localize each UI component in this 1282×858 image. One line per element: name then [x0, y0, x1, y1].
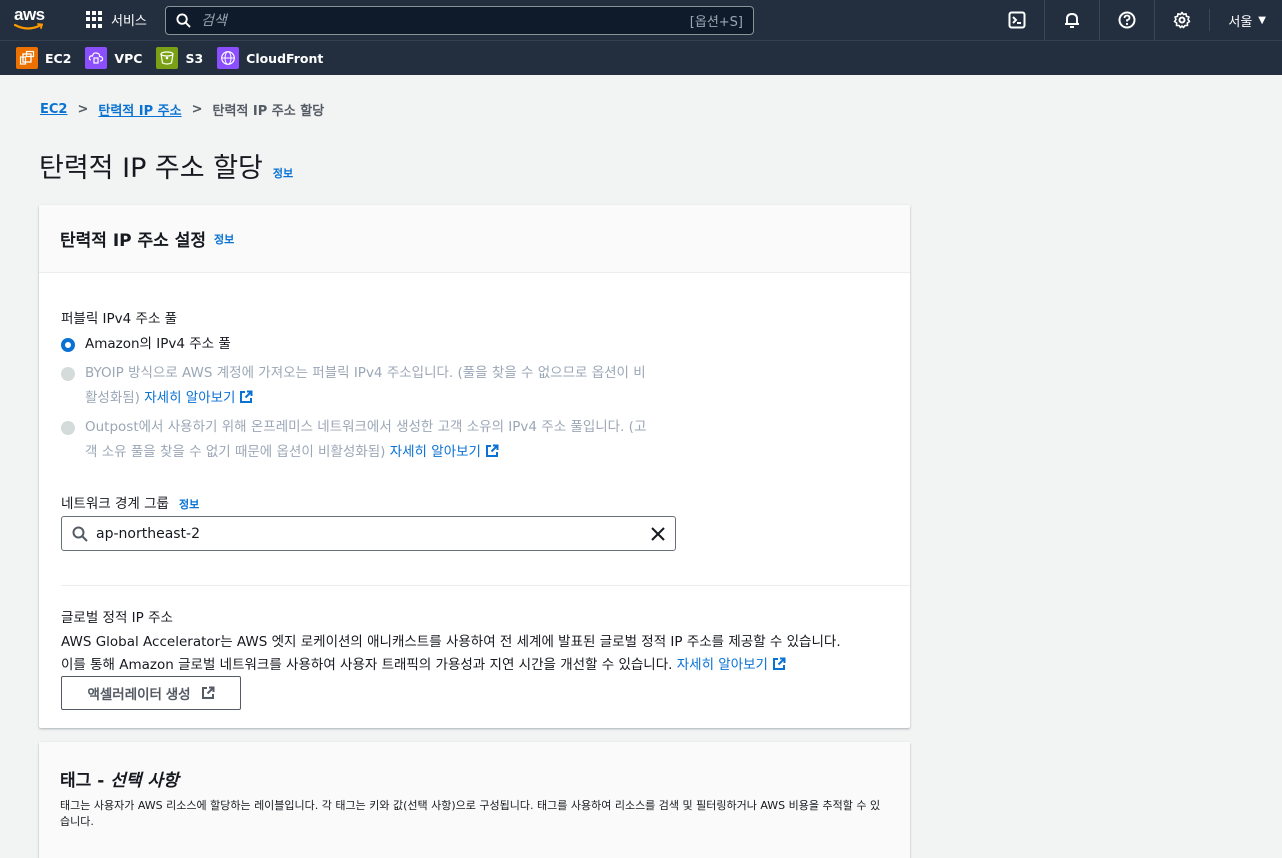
favorite-label: S3: [185, 50, 204, 66]
chevron-right-icon: >: [191, 102, 203, 117]
services-button[interactable]: 서비스: [86, 10, 147, 29]
create-accelerator-label: 액셀러레이터 생성: [87, 687, 191, 702]
tags-header: 태그 - 선택 사항 태그는 사용자가 AWS 리소스에 할당하는 레이블입니다…: [39, 742, 910, 858]
clear-icon[interactable]: [651, 526, 665, 541]
search-input[interactable]: [201, 12, 690, 29]
nbg-label: 네트워크 경계 그룹: [61, 496, 169, 512]
vpc-icon: [85, 47, 108, 69]
global-ip-desc-line2: 이를 통해 Amazon 글로벌 네트워크를 사용하여 사용자 트래픽의 가용성…: [61, 657, 673, 673]
search-icon: [72, 526, 88, 542]
page-title-text: 탄력적 IP 주소 할당: [39, 153, 263, 184]
global-ip-desc-line2-row: 이를 통해 Amazon 글로벌 네트워크를 사용하여 사용자 트래픽의 가용성…: [61, 654, 901, 678]
pool-option-outpost: Outpost에서 사용하기 위해 온프레미스 네트워크에서 생성한 고객 소유…: [61, 415, 701, 465]
global-learn-more-link[interactable]: 자세히 알아보기: [677, 657, 786, 673]
aws-smile-icon: [14, 23, 44, 30]
s3-icon: [156, 47, 179, 69]
page-info-link[interactable]: 정보: [273, 165, 293, 181]
favorite-s3[interactable]: S3: [156, 47, 203, 69]
learn-more-label: 자세히 알아보기: [144, 390, 236, 406]
pool-option-text: Outpost에서 사용하기 위해 온프레미스 네트워크에서 생성한 고객 소유…: [85, 415, 646, 465]
pool-option-byoip: BYOIP 방식으로 AWS 계정에 가져오는 퍼블릭 IPv4 주소입니다. …: [61, 361, 701, 411]
pool-option-line2: 활성화됨): [85, 390, 140, 406]
favorite-cloudfront[interactable]: CloudFront: [217, 47, 323, 69]
panel-header: 탄력적 IP 주소 설정 정보: [39, 205, 910, 273]
nbg-input[interactable]: [96, 525, 651, 542]
region-label: 서울: [1228, 14, 1253, 30]
region-selector[interactable]: 서울 ▼: [1209, 9, 1266, 31]
tags-title-optional: 선택 사항: [110, 771, 179, 791]
services-label: 서비스: [111, 14, 147, 29]
caret-down-icon: ▼: [1258, 14, 1266, 26]
section-divider: [61, 585, 910, 586]
help-icon: [1118, 11, 1136, 29]
help-button[interactable]: [1099, 0, 1154, 40]
tags-title: 태그 - 선택 사항: [60, 766, 889, 791]
favorite-label: CloudFront: [246, 50, 324, 66]
nbg-info-link[interactable]: 정보: [179, 496, 199, 512]
bell-icon: [1065, 12, 1080, 28]
create-accelerator-button[interactable]: 액셀러레이터 생성: [61, 676, 241, 710]
global-ip-section: 글로벌 정적 IP 주소 AWS Global Accelerator는 AWS…: [61, 607, 901, 678]
cloudshell-icon: [1008, 11, 1026, 29]
breadcrumb-elastic-ips[interactable]: 탄력적 IP 주소: [98, 100, 181, 119]
notifications-button[interactable]: [1044, 0, 1099, 40]
favorite-label: EC2: [45, 50, 72, 66]
pool-option-label: Amazon의 IPv4 주소 풀: [85, 336, 231, 352]
search-icon: [176, 13, 191, 28]
search-shortcut: [옵션+S]: [689, 15, 743, 30]
global-ip-label: 글로벌 정적 IP 주소: [61, 610, 173, 626]
settings-info-link[interactable]: 정보: [214, 231, 234, 247]
global-ip-desc-line1: AWS Global Accelerator는 AWS 엣지 로케이션의 애니캐…: [61, 633, 841, 650]
pool-option-line1: BYOIP 방식으로 AWS 계정에 가져오는 퍼블릭 IPv4 주소입니다. …: [85, 365, 646, 381]
external-link-icon: [772, 657, 786, 670]
pool-label: 퍼블릭 IPv4 주소 풀: [61, 311, 178, 327]
tags-title-main: 태그 -: [60, 771, 111, 791]
top-navigation: aws 서비스 [옵션+S] 서울 ▼: [0, 0, 1282, 40]
global-search[interactable]: [옵션+S]: [165, 6, 754, 35]
pool-option-line2: 객 소유 풀을 찾을 수 없기 때문에 옵션이 비활성화됨): [85, 444, 386, 460]
cloudshell-button[interactable]: [989, 0, 1044, 40]
radio-selected[interactable]: [61, 338, 75, 352]
favorite-label: VPC: [114, 50, 143, 66]
settings-button[interactable]: [1154, 0, 1209, 40]
ec2-icon: [16, 47, 38, 69]
pool-option-amazon[interactable]: Amazon의 IPv4 주소 풀: [61, 332, 701, 357]
favorites-bar: EC2 VPC S3 CloudFront: [0, 40, 1282, 75]
network-border-group-select[interactable]: [61, 516, 676, 551]
learn-more-label: 자세히 알아보기: [676, 657, 768, 673]
learn-more-label: 자세히 알아보기: [389, 444, 481, 460]
favorite-vpc[interactable]: VPC: [85, 47, 142, 69]
services-grid-icon: [86, 11, 103, 28]
pool-option-line1: Outpost에서 사용하기 위해 온프레미스 네트워크에서 생성한 고객 소유…: [85, 419, 647, 435]
tags-description: 태그는 사용자가 AWS 리소스에 할당하는 레이블입니다. 각 태그는 키와 …: [60, 799, 881, 828]
external-link-icon: [240, 390, 253, 403]
chevron-right-icon: >: [77, 102, 89, 117]
elastic-ip-settings-panel: 탄력적 IP 주소 설정 정보 퍼블릭 IPv4 주소 풀 Amazon의 IP…: [39, 205, 910, 728]
external-link-icon: [485, 444, 499, 457]
nav-actions: 서울 ▼: [989, 0, 1266, 40]
aws-logo[interactable]: aws: [14, 6, 54, 34]
breadcrumb-ec2[interactable]: EC2: [40, 102, 67, 117]
gear-icon: [1174, 11, 1191, 29]
cloudfront-icon: [217, 47, 240, 69]
radio-disabled: [61, 367, 75, 381]
radio-disabled: [61, 421, 75, 435]
favorite-ec2[interactable]: EC2: [16, 47, 71, 69]
pool-option-text: BYOIP 방식으로 AWS 계정에 가져오는 퍼블릭 IPv4 주소입니다. …: [85, 361, 646, 411]
outpost-learn-more-link[interactable]: 자세히 알아보기: [390, 444, 499, 460]
breadcrumb-current: 탄력적 IP 주소 할당: [212, 104, 325, 119]
byoip-learn-more-link[interactable]: 자세히 알아보기: [144, 390, 253, 406]
external-link-icon: [201, 686, 215, 699]
page-title: 탄력적 IP 주소 할당 정보: [39, 146, 293, 185]
breadcrumb: EC2 > 탄력적 IP 주소 > 탄력적 IP 주소 할당: [40, 100, 324, 119]
nbg-label-row: 네트워크 경계 그룹 정보: [61, 492, 199, 512]
aws-logo-text: aws: [14, 5, 45, 24]
tags-panel: 태그 - 선택 사항 태그는 사용자가 AWS 리소스에 할당하는 레이블입니다…: [39, 742, 910, 858]
panel-title: 탄력적 IP 주소 설정: [60, 231, 207, 251]
